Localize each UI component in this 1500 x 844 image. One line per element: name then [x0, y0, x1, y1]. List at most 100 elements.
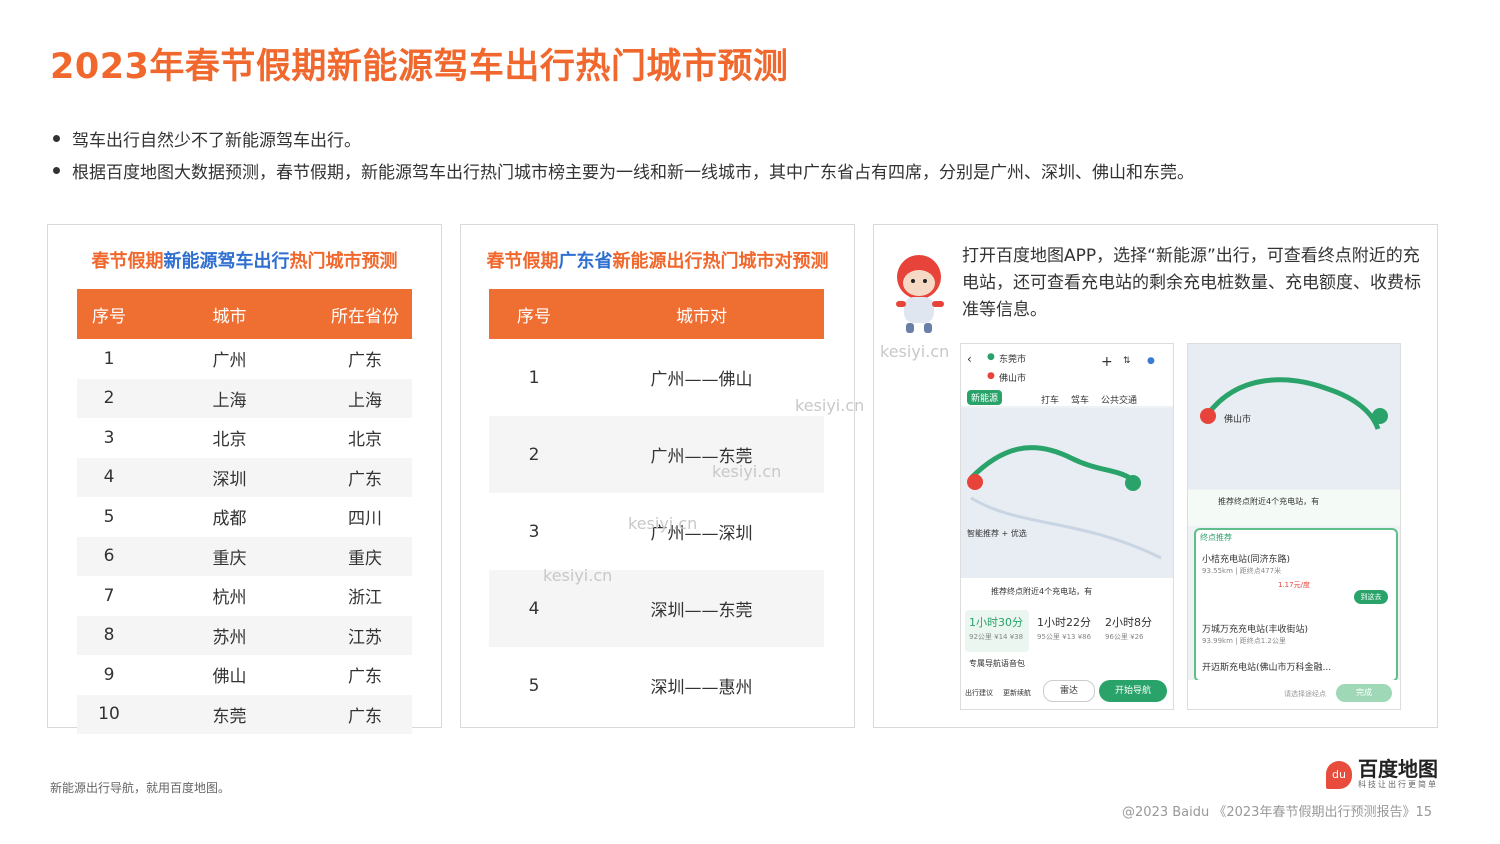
mascot-icon [896, 255, 944, 333]
province-cell: 广东 [318, 655, 412, 695]
column-header: 城市对 [579, 289, 824, 339]
table-row: 2 广州——东莞 [489, 416, 824, 493]
city-pair-cell: 广州——东莞 [579, 416, 824, 493]
route-map [961, 408, 1173, 578]
watermark: kesiyi.cn [712, 462, 782, 481]
city-pair-cell: 广州——深圳 [579, 493, 824, 570]
city-cell: 东莞 [141, 694, 318, 734]
table-row: 4 深圳——东莞 [489, 570, 824, 647]
bullet-item: 驾车出行自然少不了新能源驾车出行。 [50, 122, 1194, 154]
route-detail: 96公里 ¥26 [1105, 633, 1144, 641]
charging-recommend[interactable]: 推荐终点附近4个充电站，有 [991, 586, 1092, 597]
section-title: 终点推荐 [1200, 533, 1232, 542]
panel-title: 春节假期广东省新能源出行热门城市对预测 [461, 247, 854, 273]
station-name[interactable]: 开迈斯充电站(佛山市万科金融... [1202, 660, 1331, 673]
province-cell: 广东 [318, 457, 412, 497]
destination-city[interactable]: 佛山市 [999, 371, 1026, 384]
city-pair-panel: 春节假期广东省新能源出行热门城市对预测 序号 城市对 1 广州——佛山 2 广州——… [460, 224, 855, 728]
go-there-button[interactable]: 到这去 [1354, 590, 1388, 604]
province-cell: 广东 [318, 339, 412, 379]
bullet-item: 根据百度地图大数据预测，春节假期，新能源驾车出行热门城市榜主要为一线和新一线城市… [50, 154, 1194, 186]
station-price: 1.17元/度 [1278, 581, 1310, 589]
charging-recommend[interactable]: 推荐终点附近4个充电站，有 [1218, 496, 1319, 507]
city-cell: 苏州 [141, 615, 318, 655]
rank-cell: 7 [77, 576, 141, 616]
title-part: 新能源出行热门城市对预测 [612, 251, 829, 272]
rank-cell: 3 [77, 418, 141, 458]
rank-cell: 8 [77, 615, 141, 655]
waypoint-placeholder[interactable]: 请选择途经点 [1284, 689, 1326, 699]
title-part: 热门城市预测 [289, 251, 398, 272]
bullet-dot-icon [53, 134, 60, 142]
city-pair-table: 序号 城市对 1 广州——佛山 2 广州——东莞 3 广州——深圳 4 深圳——东莞 5… [489, 289, 824, 724]
tab-transit[interactable]: 公共交通 [1101, 393, 1137, 406]
rank-cell: 4 [77, 457, 141, 497]
rank-cell: 2 [77, 378, 141, 418]
table-row: 1 广州 广东 [77, 339, 412, 379]
table-row: 4 深圳 广东 [77, 457, 412, 497]
title-part-highlight: 广东省 [558, 251, 613, 272]
province-cell: 浙江 [318, 576, 412, 616]
travel-advice[interactable]: 出行建议 [965, 688, 993, 698]
origin-dot-icon: ● [987, 352, 995, 362]
bullet-text: 驾车出行自然少不了新能源驾车出行。 [72, 130, 361, 151]
city-ranking-table: 序号 城市 所在省份 1 广州 广东 2 上海 上海 3 北京 北京 4 深圳 广东 5 成都 四川… [77, 289, 412, 734]
tab-taxi[interactable]: 打车 [1041, 393, 1059, 406]
table-row: 6 重庆 重庆 [77, 536, 412, 576]
table-row: 2 上海 上海 [77, 378, 412, 418]
smart-recommend[interactable]: 智能推荐 + 优选 [967, 528, 1027, 539]
province-cell: 江苏 [318, 615, 412, 655]
app-feature-panel: 打开百度地图APP，选择“新能源”出行，可查看终点附近的充电站，还可查看充电站的… [873, 224, 1438, 728]
table-row: 8 苏州 江苏 [77, 615, 412, 655]
rank-cell: 2 [489, 416, 579, 493]
table-row: 10 东莞 广东 [77, 694, 412, 734]
swap-icon[interactable]: ⇅ [1123, 356, 1131, 366]
back-icon[interactable]: ‹ [967, 352, 972, 366]
origin-city[interactable]: 东莞市 [999, 352, 1026, 365]
map-city-label: 佛山市 [1224, 415, 1252, 425]
start-navigation-button[interactable]: 开始导航 [1099, 680, 1167, 702]
radar-button[interactable]: 雷达 [1043, 680, 1095, 702]
watermark: kesiyi.cn [543, 566, 613, 585]
new-energy-tab[interactable]: 新能源 [967, 390, 1003, 405]
rank-cell: 6 [77, 536, 141, 576]
city-cell: 杭州 [141, 576, 318, 616]
province-cell: 上海 [318, 378, 412, 418]
table-row: 5 成都 四川 [77, 497, 412, 537]
station-name[interactable]: 小桔充电站(同济东路) [1202, 552, 1290, 565]
city-pair-cell: 深圳——惠州 [579, 647, 824, 724]
feature-description: 打开百度地图APP，选择“新能源”出行，可查看终点附近的充电站，还可查看充电站的… [962, 246, 1421, 320]
city-cell: 深圳 [141, 457, 318, 497]
watermark: kesiyi.cn [880, 342, 950, 361]
title-part: 春节假期 [91, 251, 164, 272]
city-cell: 佛山 [141, 655, 318, 695]
route-detail: 92公里 ¥14 ¥38 [969, 633, 1024, 641]
add-waypoint-icon[interactable]: + [1101, 354, 1113, 370]
bullet-list: 驾车出行自然少不了新能源驾车出行。 根据百度地图大数据预测，春节假期，新能源驾车… [50, 122, 1194, 186]
city-pair-cell: 广州——佛山 [579, 339, 824, 416]
column-header: 序号 [489, 289, 579, 339]
route-time[interactable]: 1小时22分 [1037, 614, 1091, 630]
province-cell: 重庆 [318, 536, 412, 576]
app-screenshot-charging: 佛山市 推荐终点附近4个充电站，有 终点推荐 小桔充电站(同济东路) 93.55… [1187, 343, 1401, 710]
footer-tagline: 新能源出行导航，就用百度地图。 [50, 781, 231, 795]
station-name[interactable]: 万城万充充电站(丰收街站) [1202, 622, 1308, 635]
app-screenshot-route: ‹ ● 东莞市 ● 佛山市 + ⇅ ● 新能源 打车 驾车 公共交通 智能推荐 … [960, 343, 1174, 710]
city-cell: 成都 [141, 497, 318, 537]
panel-title: 春节假期新能源驾车出行热门城市预测 [48, 247, 441, 273]
tab-drive[interactable]: 驾车 [1071, 393, 1089, 406]
city-ranking-panel: 春节假期新能源驾车出行热门城市预测 序号 城市 所在省份 1 广州 广东 2 上海 上海… [47, 224, 442, 734]
table-row: 1 广州——佛山 [489, 339, 824, 416]
route-time: 1小时30分 [969, 616, 1023, 629]
voice-icon[interactable]: ● [1147, 356, 1155, 366]
update-range[interactable]: 更新续航 [1003, 688, 1031, 698]
column-header: 序号 [77, 289, 141, 339]
done-button[interactable]: 完成 [1336, 684, 1392, 702]
voice-pack[interactable]: 专属导航语音包 [969, 658, 1025, 669]
city-cell: 上海 [141, 378, 318, 418]
route-time[interactable]: 2小时8分 [1105, 614, 1152, 630]
rank-cell: 9 [77, 655, 141, 695]
destination-dot-icon: ● [987, 371, 995, 381]
title-part-highlight: 新能源驾车出行 [163, 251, 290, 272]
rank-cell: 5 [77, 497, 141, 537]
